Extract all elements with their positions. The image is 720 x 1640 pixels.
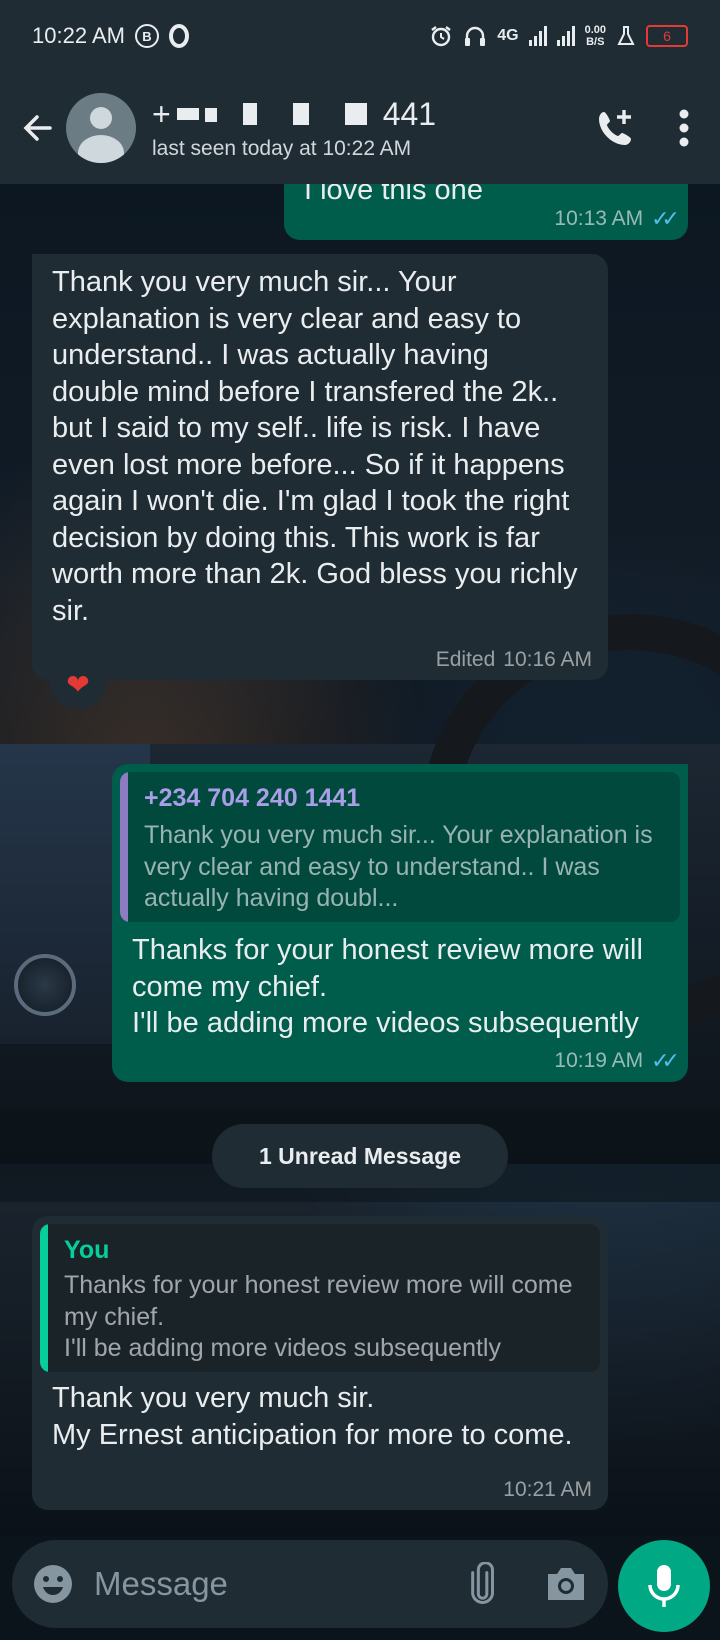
message-time: 10:13 AM	[554, 207, 644, 230]
message-time: 10:16 AM	[503, 648, 592, 671]
add-call-icon[interactable]	[594, 106, 638, 150]
message-text: I love this one	[304, 184, 483, 206]
net-speed: 0.00 B/S	[584, 24, 606, 48]
last-seen: last seen today at 10:22 AM	[152, 136, 412, 160]
redaction	[242, 103, 257, 125]
message-incoming-reply[interactable]: You Thanks for your honest review more w…	[32, 1216, 608, 1510]
redaction	[204, 106, 217, 122]
b-notification-icon: B	[134, 24, 159, 48]
message-time: 10:19 AM	[554, 1049, 644, 1072]
chat-area[interactable]: I love this one 10:13 AM ✓✓ Thank you ve…	[0, 184, 720, 1536]
chat-header: + 441 last seen today at 10:22 AM	[0, 72, 720, 184]
battery-level: 6	[663, 28, 671, 44]
battery-icon: 6	[646, 25, 688, 47]
redaction	[292, 103, 309, 125]
contact-name: + 441	[152, 95, 437, 132]
wallpaper-gauge	[14, 954, 76, 1016]
status-time: 10:22 AM	[32, 23, 125, 48]
arrow-left-icon	[23, 115, 52, 141]
flask-icon	[617, 26, 635, 45]
heart-reaction[interactable]: ❤	[50, 660, 106, 708]
camera-icon[interactable]	[544, 1564, 588, 1604]
message-text: Thanks for your honest review more will …	[132, 934, 643, 1039]
status-bar: 10:22 AM B 4G 0.00 B/S 6	[0, 0, 720, 72]
headphones-icon	[465, 26, 486, 46]
redaction	[176, 108, 199, 120]
message-input-bar[interactable]: Message	[12, 1540, 608, 1628]
heart-icon: ❤	[66, 668, 90, 700]
quoted-message[interactable]: You Thanks for your honest review more w…	[40, 1224, 600, 1372]
emoji-icon[interactable]	[32, 1563, 74, 1605]
edited-label: Edited	[435, 648, 496, 671]
read-ticks-icon: ✓✓	[651, 1048, 680, 1073]
message-text: Thank you very much sir. My Ernest antic…	[52, 1382, 573, 1451]
quote-text: Thank you very much sir... Your explanat…	[144, 821, 653, 912]
message-meta: Edited 10:16 AM	[436, 648, 592, 672]
message-time: 10:21 AM	[503, 1478, 592, 1501]
quote-bar	[40, 1224, 48, 1372]
quoted-message[interactable]: +234 704 240 1441 Thank you very much si…	[120, 772, 680, 922]
message-text: Thank you very much sir... Your explanat…	[52, 266, 578, 627]
contact-info[interactable]: + 441 last seen today at 10:22 AM	[152, 96, 436, 161]
quote-author: +234 704 240 1441	[144, 784, 361, 812]
quote-bar	[120, 772, 128, 922]
network-type-label: 4G	[497, 27, 519, 44]
message-meta: 10:13 AM ✓✓	[554, 206, 680, 232]
microphone-icon	[648, 1565, 680, 1607]
message-incoming[interactable]: Thank you very much sir... Your explanat…	[32, 254, 608, 680]
avatar[interactable]	[66, 93, 136, 163]
alarm-icon	[431, 26, 451, 47]
attach-icon[interactable]	[462, 1562, 506, 1606]
quote-author: You	[64, 1236, 110, 1264]
message-meta: 10:19 AM ✓✓	[554, 1048, 680, 1074]
back-button[interactable]	[16, 106, 60, 150]
message-outgoing[interactable]: I love this one 10:13 AM ✓✓	[284, 184, 688, 240]
voice-record-button[interactable]	[618, 1540, 710, 1632]
message-meta: 10:21 AM	[503, 1478, 592, 1502]
message-outgoing-reply[interactable]: +234 704 240 1441 Thank you very much si…	[112, 764, 688, 1082]
message-input[interactable]: Message	[94, 1565, 228, 1603]
o-notification-icon	[168, 24, 189, 48]
quote-text: Thanks for your honest review more will …	[64, 1271, 573, 1362]
unread-badge: 1 Unread Message	[212, 1124, 508, 1188]
signal-strength-icon	[528, 26, 547, 46]
signal-strength-2-icon	[556, 26, 575, 46]
redaction	[344, 103, 367, 125]
more-options-icon[interactable]	[678, 108, 690, 148]
read-ticks-icon: ✓✓	[651, 206, 680, 231]
